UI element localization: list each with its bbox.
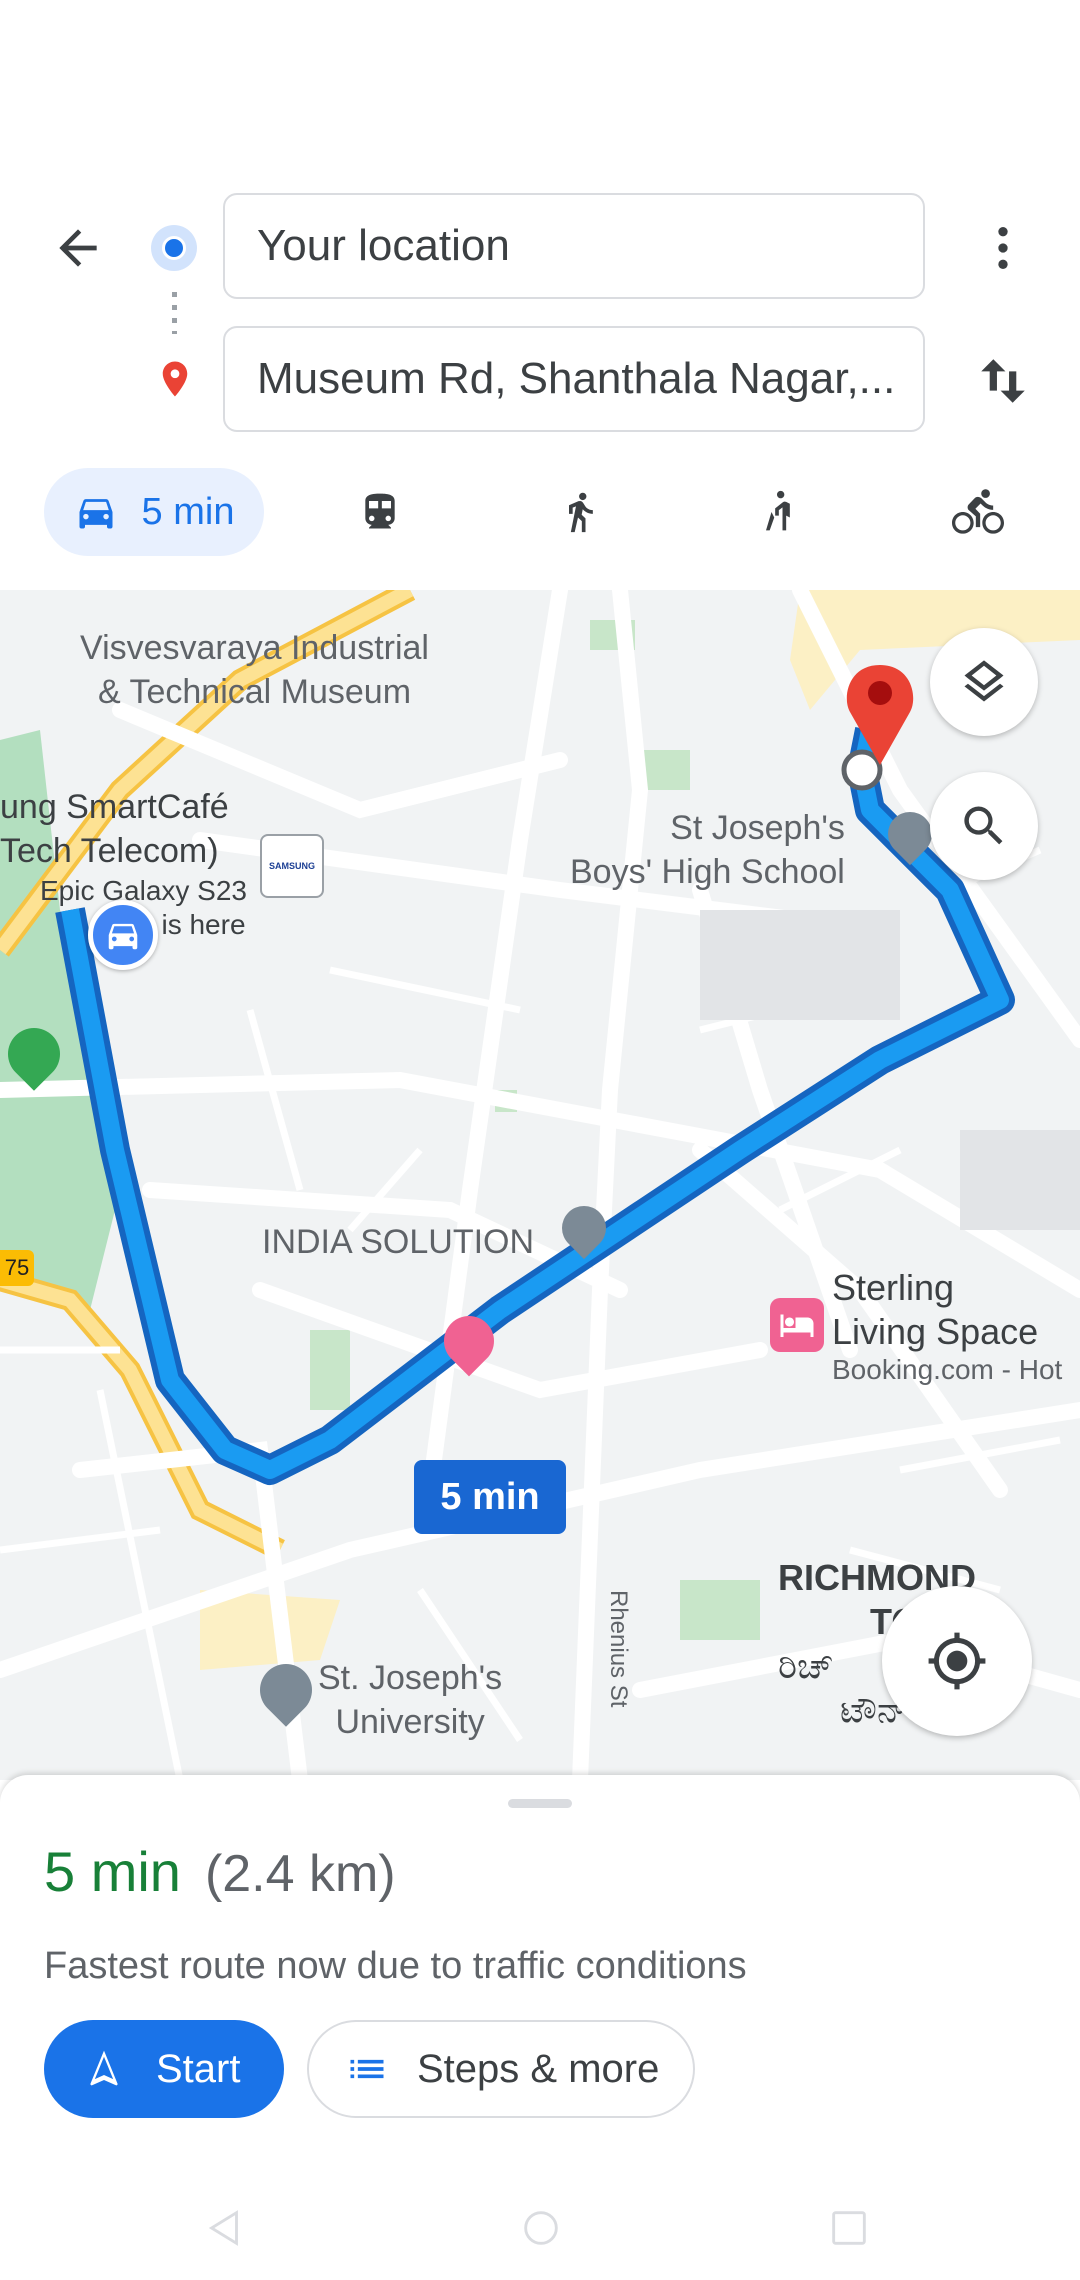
university-label-line1: St. Joseph's bbox=[318, 1659, 503, 1697]
origin-dot-icon bbox=[151, 225, 197, 271]
museum-label-line1: Visvesvaraya Industrial bbox=[80, 629, 429, 667]
stjoseph-label-line2: Boys' High School bbox=[570, 853, 845, 891]
route-note: Fastest route now due to traffic conditi… bbox=[44, 1945, 747, 1987]
layers-icon bbox=[964, 660, 1004, 702]
list-icon bbox=[350, 2059, 384, 2079]
map-search-button[interactable] bbox=[930, 772, 1038, 880]
destination-circle bbox=[841, 749, 883, 791]
search-icon bbox=[964, 806, 1003, 845]
sterling-label-line3: Booking.com - Hot bbox=[832, 1354, 1063, 1385]
green-patch bbox=[640, 750, 690, 790]
swap-button[interactable] bbox=[968, 346, 1038, 416]
galaxy-label-line1: Epic Galaxy S23 bbox=[40, 875, 247, 906]
mode-drive-tab[interactable]: 5 min bbox=[44, 468, 264, 556]
university-label-line2: University bbox=[335, 1703, 485, 1741]
nav-home-icon[interactable] bbox=[518, 2205, 564, 2251]
sheet-drag-handle[interactable] bbox=[508, 1799, 572, 1808]
india-solution-label[interactable]: INDIA SOLUTION bbox=[262, 1220, 534, 1264]
mode-rideshare-tab[interactable] bbox=[737, 468, 817, 556]
road-number-badge: 75 bbox=[0, 1250, 34, 1286]
arrow-back-icon bbox=[59, 229, 97, 267]
start-label: Start bbox=[156, 2046, 241, 2091]
bike-icon bbox=[952, 489, 1004, 534]
navigation-icon bbox=[90, 2050, 118, 2086]
cafe-label-line1: ung SmartCafé bbox=[0, 788, 229, 826]
origin-input[interactable]: Your location bbox=[223, 193, 925, 299]
layers-button[interactable] bbox=[930, 628, 1038, 736]
destination-input[interactable]: Museum Rd, Shanthala Nagar,... bbox=[223, 326, 925, 432]
nav-recents-icon[interactable] bbox=[826, 2205, 872, 2251]
car-icon bbox=[79, 499, 113, 529]
mode-bike-tab[interactable] bbox=[938, 468, 1018, 556]
steps-more-label: Steps & more bbox=[417, 2046, 660, 2091]
route-summary: 5 min (2.4 km) bbox=[44, 1839, 396, 1904]
cafe-label-line2: Tech Telecom) bbox=[0, 832, 219, 870]
nav-back-icon[interactable] bbox=[202, 2205, 248, 2251]
route-time-callout[interactable]: 5 min bbox=[414, 1460, 566, 1534]
green-patch bbox=[680, 1580, 760, 1640]
route-distance: (2.4 km) bbox=[204, 1845, 396, 1903]
stjoseph-label-line1: St Joseph's bbox=[670, 809, 845, 847]
drive-time-label: 5 min bbox=[141, 490, 235, 533]
cafe-label[interactable]: ung SmartCafé Tech Telecom) bbox=[0, 785, 229, 873]
map-view[interactable]: Visvesvaraya Industrial & Technical Muse… bbox=[0, 590, 1080, 1780]
museum-label[interactable]: Visvesvaraya Industrial & Technical Muse… bbox=[80, 626, 429, 714]
my-location-button[interactable] bbox=[882, 1586, 1032, 1736]
walk-icon bbox=[569, 492, 593, 533]
mode-walk-tab[interactable] bbox=[540, 468, 620, 556]
start-button[interactable]: Start bbox=[44, 2020, 284, 2118]
rideshare-icon bbox=[766, 490, 790, 531]
route-duration: 5 min bbox=[44, 1840, 181, 1903]
rhenius-street-label: Rhenius St bbox=[605, 1590, 632, 1708]
more-options-button[interactable] bbox=[968, 215, 1038, 281]
building-gray bbox=[960, 1130, 1080, 1230]
more-vert-icon bbox=[998, 227, 1008, 269]
sterling-label[interactable]: Sterling Living Space Booking.com - Hot bbox=[832, 1266, 1062, 1386]
major-road bbox=[0, 1273, 284, 1557]
bed-icon[interactable] bbox=[770, 1298, 824, 1352]
sterling-label-line1: Sterling bbox=[832, 1267, 955, 1308]
swap-vert-icon bbox=[981, 359, 1025, 403]
green-patch bbox=[310, 1330, 350, 1410]
directions-header: Your location Museum Rd, Shanthala Nagar… bbox=[0, 0, 1080, 590]
destination-pin-icon bbox=[162, 361, 188, 397]
mode-transit-tab[interactable] bbox=[340, 468, 420, 556]
building-gray bbox=[700, 910, 900, 1020]
my-location-icon bbox=[928, 1632, 986, 1690]
museum-label-line2: & Technical Museum bbox=[97, 673, 412, 711]
current-location-car-icon[interactable] bbox=[88, 900, 158, 970]
train-icon bbox=[365, 493, 395, 529]
samsung-logo[interactable]: SAMSUNG bbox=[260, 834, 324, 898]
steps-more-button[interactable]: Steps & more bbox=[307, 2020, 695, 2118]
university-label[interactable]: St. Joseph's University bbox=[318, 1656, 502, 1744]
stjoseph-school-label[interactable]: St Joseph's Boys' High School bbox=[570, 806, 845, 894]
route-dots bbox=[172, 292, 177, 334]
back-button[interactable] bbox=[40, 215, 116, 281]
major-road bbox=[0, 1269, 285, 1560]
route-sheet: 5 min (2.4 km) Fastest route now due to … bbox=[0, 1775, 1080, 2280]
sterling-label-line2: Living Space bbox=[832, 1311, 1039, 1352]
